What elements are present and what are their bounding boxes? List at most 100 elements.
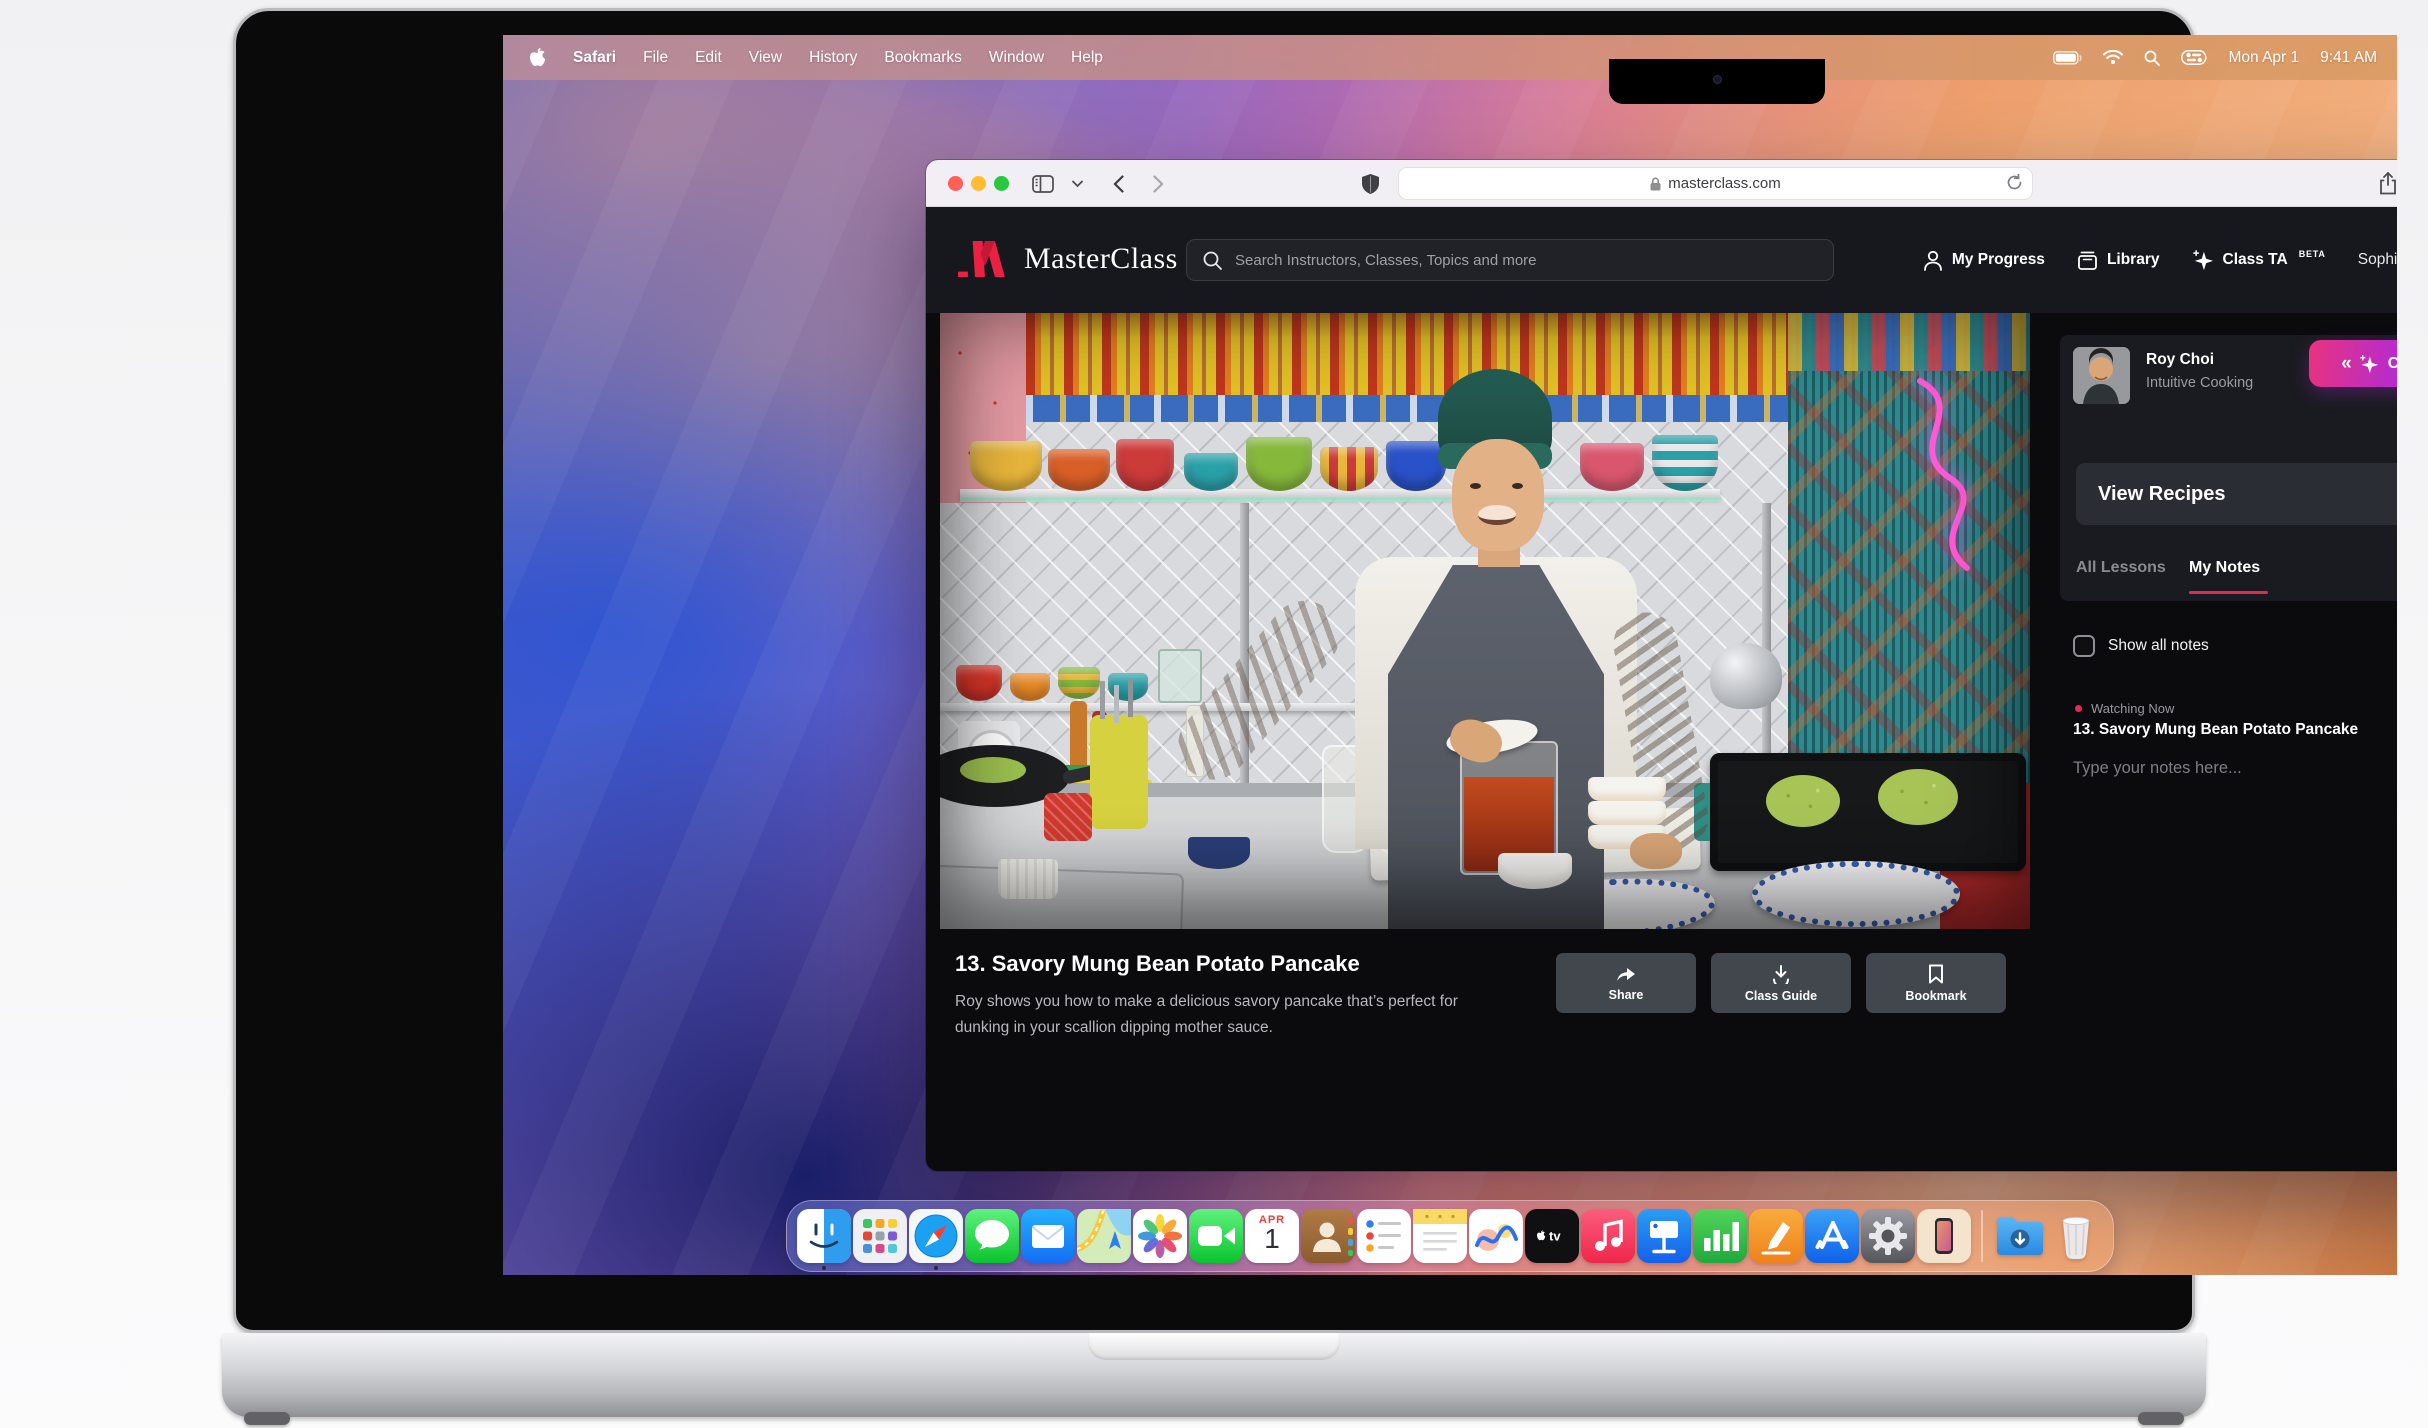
apple-menu-icon[interactable] [529, 48, 546, 68]
menu-edit[interactable]: Edit [695, 49, 722, 67]
view-recipes-button[interactable]: View Recipes → [2076, 463, 2397, 525]
address-bar[interactable]: masterclass.com [1398, 167, 2033, 200]
site-header: MasterClass Search Instructors, Classes,… [926, 207, 2397, 313]
url-text: masterclass.com [1668, 175, 1781, 192]
forward-button[interactable] [1144, 168, 1172, 199]
battery-icon[interactable] [2053, 51, 2082, 65]
dock-icon-tv[interactable]: tv [1525, 1209, 1579, 1263]
camera [1713, 75, 1722, 84]
reload-icon[interactable] [2007, 174, 2022, 195]
menu-bar: Safari File Edit View History Bookmarks … [503, 35, 2397, 80]
menu-bookmarks[interactable]: Bookmarks [884, 49, 962, 67]
dock: APR1 tv [786, 1200, 2114, 1272]
dock-icon-mail[interactable] [1021, 1209, 1075, 1263]
laptop-base [222, 1333, 2206, 1417]
class-ta-button-label: Class TA [2388, 355, 2397, 373]
minimize-window-button[interactable] [971, 176, 986, 191]
control-center-icon[interactable] [2181, 50, 2207, 65]
dock-icon-calendar[interactable]: APR1 [1245, 1209, 1299, 1263]
dock-icon-notes[interactable] [1413, 1209, 1467, 1263]
dock-icon-photos[interactable] [1133, 1209, 1187, 1263]
dock-icon-iphone-mirroring[interactable] [1917, 1209, 1971, 1263]
dock-icon-facetime[interactable] [1189, 1209, 1243, 1263]
collapse-chevrons-icon: « [2341, 353, 2350, 375]
search-bar[interactable]: Search Instructors, Classes, Topics and … [1186, 239, 1834, 281]
menu-window[interactable]: Window [989, 49, 1044, 67]
nav-my-progress[interactable]: My Progress [1923, 250, 2045, 271]
dock-icon-messages[interactable] [965, 1209, 1019, 1263]
menubar-time[interactable]: 9:41 AM [2320, 49, 2377, 67]
dock-icon-music[interactable] [1581, 1209, 1635, 1263]
dock-icon-pages[interactable] [1749, 1209, 1803, 1263]
active-tab-underline [2189, 591, 2268, 594]
close-window-button[interactable] [948, 176, 963, 191]
tab-my-notes[interactable]: My Notes [2189, 559, 2260, 577]
wifi-icon[interactable] [2103, 50, 2123, 65]
back-button[interactable] [1104, 168, 1132, 199]
notes-input[interactable]: Type your notes here... [2073, 759, 2242, 778]
menu-history[interactable]: History [809, 49, 857, 67]
class-guide-button[interactable]: Class Guide [1711, 953, 1851, 1013]
lesson-video[interactable] [940, 313, 2030, 929]
bookmark-button[interactable]: Bookmark [1866, 953, 2006, 1013]
menubar-date[interactable]: Mon Apr 1 [2228, 49, 2299, 67]
dock-icon-finder[interactable] [797, 1209, 851, 1263]
safari-window: masterclass.com [926, 160, 2397, 1171]
show-all-notes-checkbox[interactable] [2073, 635, 2095, 657]
bookmark-label: Bookmark [1905, 989, 1966, 1003]
search-icon [1203, 251, 1222, 270]
sidebar-toggle-icon[interactable] [1026, 168, 1060, 199]
watching-now-row: Watching Now [2075, 701, 2174, 716]
lesson-title: 13. Savory Mung Bean Potato Pancake [955, 951, 1360, 977]
show-all-notes-row: Show all notes [2073, 635, 2209, 657]
menu-file[interactable]: File [643, 49, 668, 67]
tab-all-lessons[interactable]: All Lessons [2076, 559, 2166, 577]
share-button[interactable]: Share [1556, 953, 1696, 1013]
site-nav: My Progress Library Class TA BETA [1923, 207, 2397, 313]
current-lesson-title: 13. Savory Mung Bean Potato Pancake [2073, 721, 2358, 739]
lid-lift-notch [1088, 1333, 1340, 1360]
dock-icon-keynote[interactable] [1637, 1209, 1691, 1263]
dock-icon-trash[interactable] [2049, 1209, 2103, 1263]
nav-class-ta[interactable]: Class TA BETA [2192, 249, 2326, 271]
dock-icon-downloads[interactable] [1993, 1209, 2047, 1263]
dock-icon-reminders[interactable] [1357, 1209, 1411, 1263]
masterclass-wordmark: MasterClass [1024, 242, 1178, 276]
instructor-name: Roy Choi [2146, 351, 2214, 369]
laptop-screen-shell: Safari File Edit View History Bookmarks … [233, 8, 2195, 1333]
dock-icon-maps[interactable] [1077, 1209, 1131, 1263]
dock-icon-freeform[interactable] [1469, 1209, 1523, 1263]
search-placeholder: Search Instructors, Classes, Topics and … [1235, 252, 1537, 269]
account-menu[interactable]: Sophie [2358, 239, 2397, 281]
watching-now-dot [2075, 705, 2082, 712]
view-recipes-label: View Recipes [2098, 483, 2225, 506]
masterclass-logo[interactable]: MasterClass [958, 239, 1178, 279]
nav-library[interactable]: Library [2077, 250, 2160, 271]
laptop-foot-left [244, 1412, 290, 1425]
menu-view[interactable]: View [749, 49, 782, 67]
share-arrow-icon [1615, 964, 1637, 983]
bookmark-icon [1928, 964, 1944, 984]
lock-icon [1650, 177, 1661, 191]
share-label: Share [1609, 988, 1644, 1002]
spotlight-search-icon[interactable] [2144, 50, 2160, 66]
zoom-window-button[interactable] [994, 176, 1009, 191]
finder-running-dot [822, 1266, 826, 1270]
dock-icon-app-store[interactable] [1805, 1209, 1859, 1263]
share-icon[interactable] [2373, 168, 2397, 199]
instructor-photo [2073, 347, 2130, 404]
sparkle-icon [2192, 249, 2214, 271]
menu-help[interactable]: Help [1071, 49, 1103, 67]
menu-safari[interactable]: Safari [573, 49, 616, 67]
dock-icon-numbers[interactable] [1693, 1209, 1747, 1263]
privacy-shield-icon[interactable] [1356, 168, 1384, 199]
dock-icon-contacts[interactable] [1301, 1209, 1355, 1263]
lesson-description: Roy shows you how to make a delicious sa… [955, 989, 1495, 1041]
nav-my-progress-label: My Progress [1952, 251, 2045, 269]
sidebar-chevron-icon[interactable] [1067, 168, 1087, 199]
dock-icon-system-settings[interactable] [1861, 1209, 1915, 1263]
class-ta-toggle-button[interactable]: « Class TA [2309, 340, 2397, 387]
dock-icon-safari[interactable] [909, 1209, 963, 1263]
dock-icon-launchpad[interactable] [853, 1209, 907, 1263]
laptop-foot-right [2138, 1412, 2184, 1425]
